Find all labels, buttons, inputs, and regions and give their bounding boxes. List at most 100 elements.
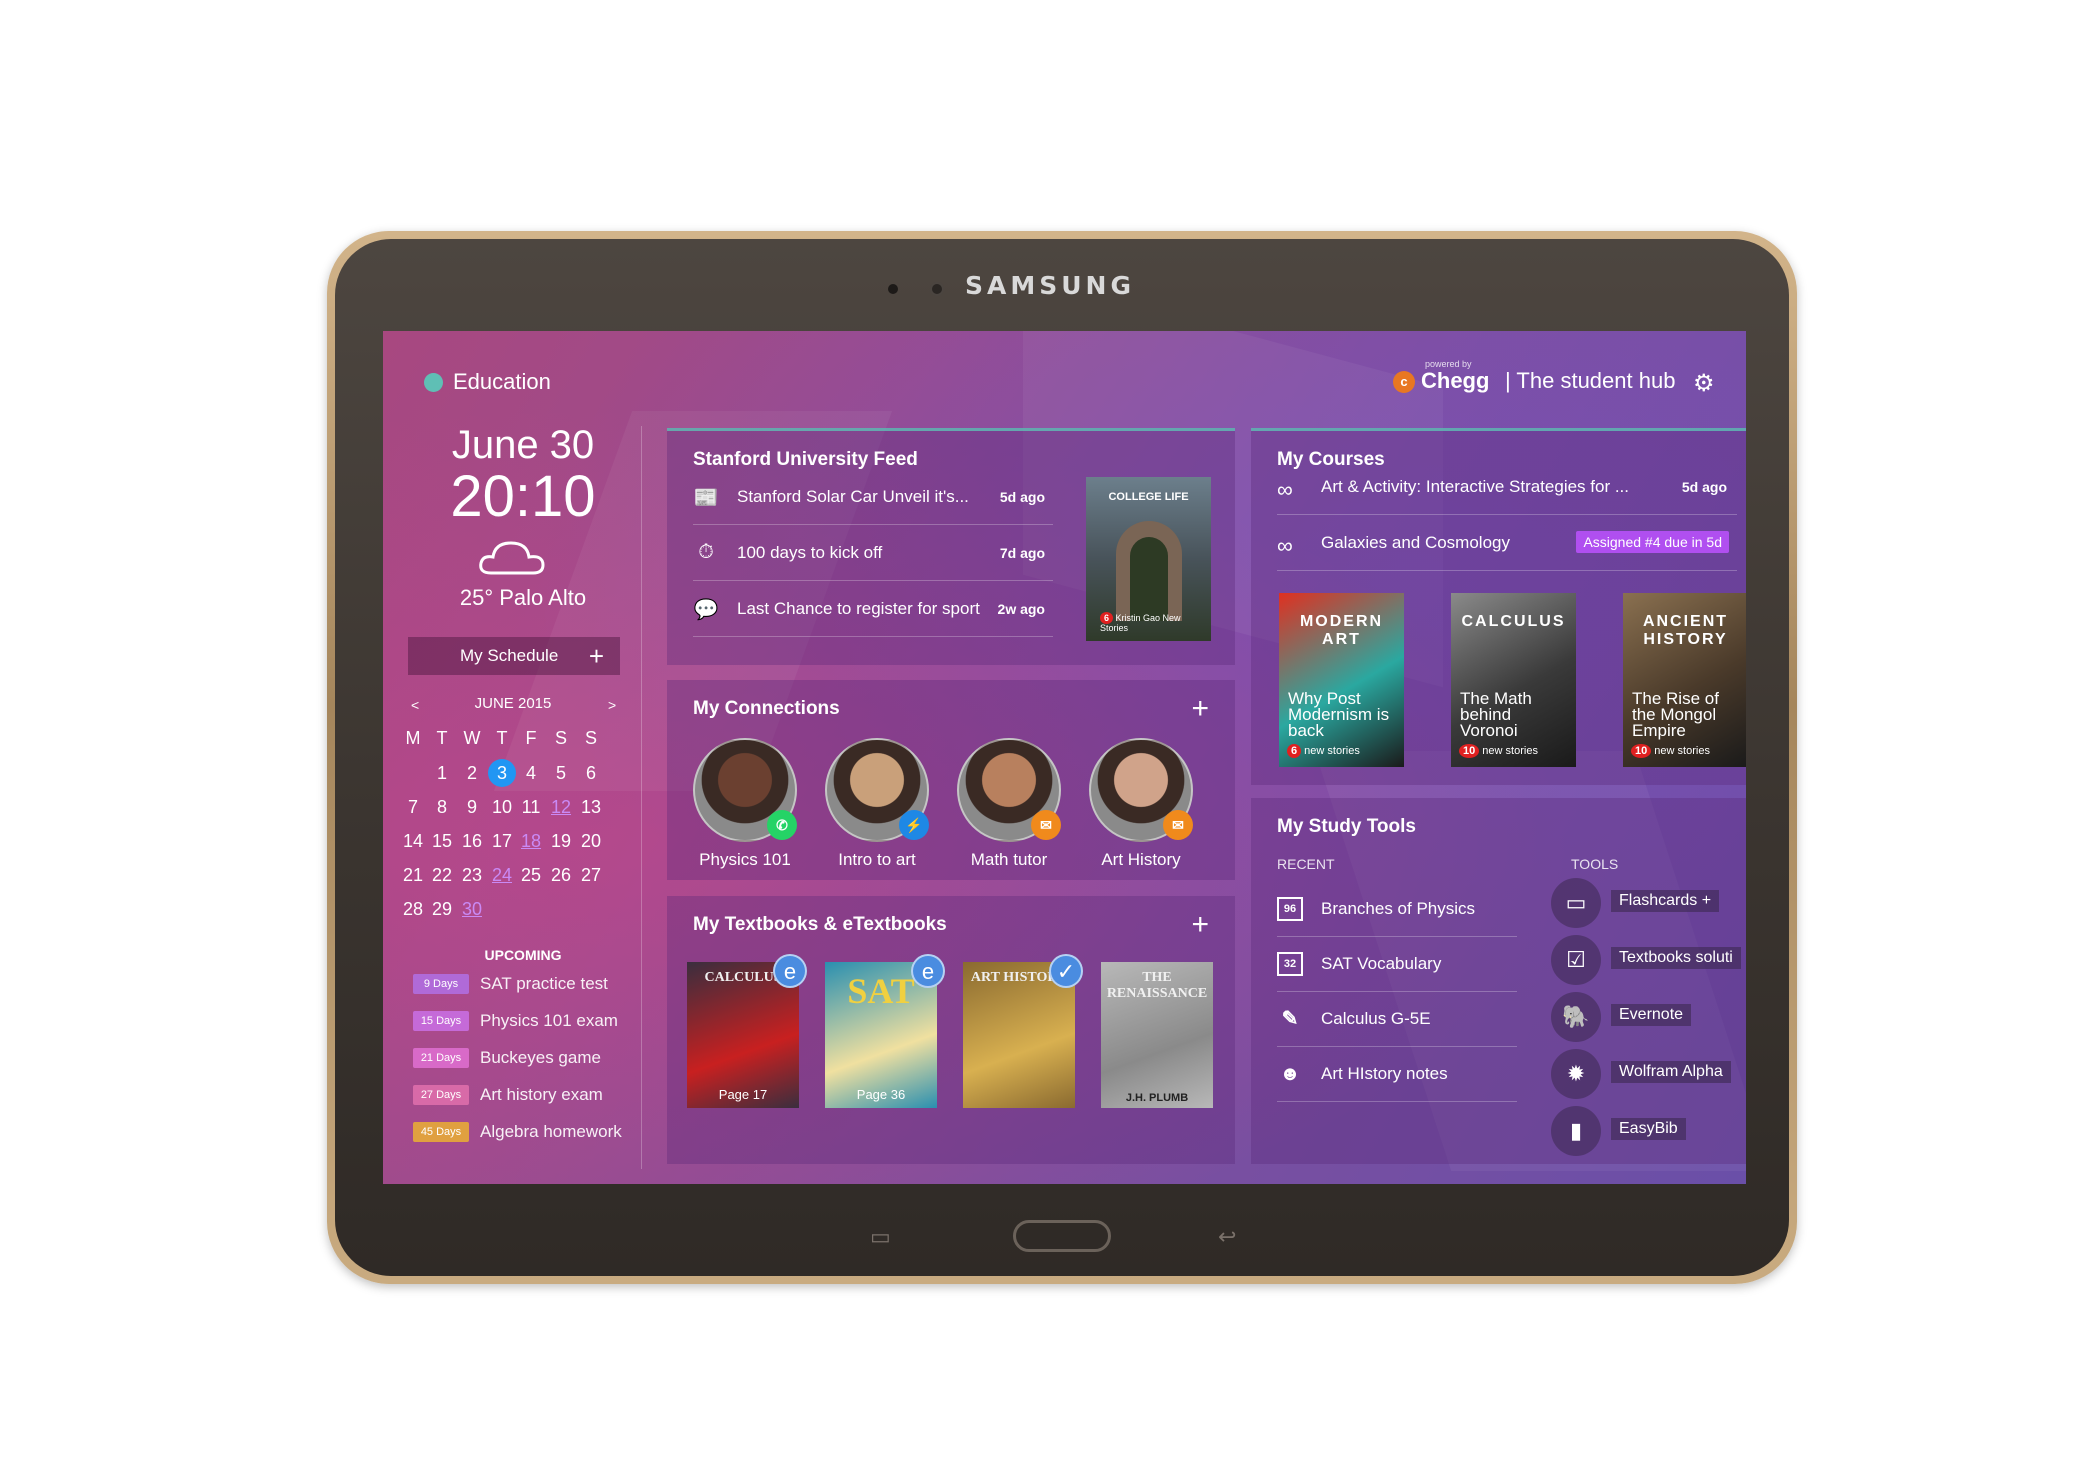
- calendar-day[interactable]: 23: [457, 861, 487, 889]
- connection-item[interactable]: ✉ Art History: [1076, 738, 1206, 870]
- recent-tool-item[interactable]: 32 SAT Vocabulary: [1277, 937, 1517, 992]
- feed-item[interactable]: 💬 Last Chance to register for sport 2w ago: [693, 585, 1053, 637]
- add-schedule-icon[interactable]: +: [589, 637, 604, 675]
- calendar-day[interactable]: 4: [516, 759, 546, 787]
- tool-item[interactable]: 🐘 Evernote: [1551, 992, 1746, 1042]
- textbook-cover[interactable]: THE RENAISSANCE J.H. PLUMB: [1101, 962, 1213, 1108]
- calendar-day[interactable]: 25: [516, 861, 546, 889]
- calendar-day[interactable]: 7: [398, 793, 428, 821]
- calendar-day[interactable]: 14: [398, 827, 428, 855]
- calendar-day[interactable]: 6: [576, 759, 606, 787]
- textbook-cover[interactable]: ART HISTORY ✓: [963, 954, 1083, 1108]
- calendar-day[interactable]: 18: [516, 827, 546, 855]
- course-book-title: CALCULUS: [1461, 613, 1566, 630]
- feed-item[interactable]: 📰 Stanford Solar Car Unveil it's... 5d ago: [693, 473, 1053, 525]
- new-stories-badge: 6 new stories: [1287, 744, 1360, 758]
- avatar: ⚡: [825, 738, 929, 842]
- tool-item[interactable]: ✹ Wolfram Alpha: [1551, 1049, 1746, 1099]
- tool-item[interactable]: ▭ Flashcards +: [1551, 878, 1746, 928]
- calendar-weekday: W: [463, 728, 481, 748]
- calendar-day[interactable]: 2: [457, 759, 487, 787]
- my-schedule-button[interactable]: My Schedule +: [408, 637, 620, 675]
- tool-item[interactable]: ▮ EasyBib: [1551, 1106, 1746, 1156]
- calendar-day[interactable]: 9: [457, 793, 487, 821]
- calendar-day[interactable]: 27: [576, 861, 606, 889]
- chegg-logo-icon: c: [1393, 371, 1415, 393]
- upcoming-label: Buckeyes game: [480, 1048, 601, 1067]
- back-key[interactable]: ↩: [1218, 1224, 1236, 1250]
- calendar-weekday: S: [554, 728, 567, 748]
- calendar-day[interactable]: 26: [546, 861, 576, 889]
- calendar-day[interactable]: 5: [546, 759, 576, 787]
- calendar-day[interactable]: 1: [427, 759, 457, 787]
- connection-name: Math tutor: [970, 850, 1048, 869]
- calendar-prev-button[interactable]: <: [411, 697, 419, 713]
- calendar-day[interactable]: 22: [427, 861, 457, 889]
- course-link-icon: ∞: [1277, 477, 1293, 502]
- calendar-day[interactable]: 17: [487, 827, 517, 855]
- connection-item[interactable]: ✉ Math tutor: [944, 738, 1074, 870]
- calendar-day[interactable]: 20: [576, 827, 606, 855]
- new-stories-count: 10: [1459, 744, 1480, 758]
- calendar-day[interactable]: 19: [546, 827, 576, 855]
- days-badge: 15 Days: [413, 1011, 469, 1031]
- course-item[interactable]: ∞ Art & Activity: Interactive Strategies …: [1277, 461, 1737, 515]
- recent-tool-item[interactable]: ✎ Calculus G-5E: [1277, 992, 1517, 1047]
- textbook-author: J.H. PLUMB: [1125, 1092, 1189, 1104]
- calendar-day[interactable]: 12: [546, 793, 576, 821]
- deck-count-icon: 96: [1277, 897, 1303, 921]
- calendar-day[interactable]: 29: [427, 895, 457, 923]
- calendar-next-button[interactable]: >: [608, 697, 616, 713]
- connection-item[interactable]: ✆ Physics 101: [680, 738, 810, 870]
- feed-item-age: 5d ago: [999, 489, 1045, 505]
- messaging-app-icon: ✉: [1031, 810, 1061, 840]
- textbooks-title: My Textbooks & eTextbooks: [693, 914, 947, 935]
- new-stories-count: 6: [1287, 744, 1302, 758]
- device-brand: SAMSUNG: [965, 271, 1135, 300]
- new-stories-badge: 10 new stories: [1631, 744, 1710, 758]
- feed-item[interactable]: ⏱ 100 days to kick off 7d ago: [693, 529, 1053, 581]
- recent-apps-key[interactable]: ▭: [870, 1224, 891, 1250]
- recent-tool-item[interactable]: ☻ Art HIstory notes: [1277, 1047, 1517, 1102]
- avatar: ✆: [693, 738, 797, 842]
- home-button[interactable]: [1013, 1220, 1111, 1252]
- feed-item-icon: ⏱: [698, 541, 714, 563]
- calendar-day[interactable]: 13: [576, 793, 606, 821]
- calendar-day[interactable]: 8: [427, 793, 457, 821]
- my-schedule-label: My Schedule: [460, 646, 559, 665]
- calendar-day[interactable]: 24: [487, 861, 517, 889]
- textbook-cover[interactable]: SAT Page 36 e: [825, 954, 945, 1108]
- calendar-day[interactable]: 28: [398, 895, 428, 923]
- recent-tool-item[interactable]: 96 Branches of Physics: [1277, 882, 1517, 937]
- tool-icon: ☑: [1551, 935, 1601, 985]
- gear-icon[interactable]: ⚙: [1693, 369, 1715, 398]
- course-book-cover[interactable]: CALCULUS The Math behind Voronoi 10 new st…: [1451, 593, 1576, 767]
- course-item[interactable]: ∞ Galaxies and Cosmology Assigned #4 due i…: [1277, 517, 1737, 571]
- clock-date: June 30: [451, 423, 595, 467]
- calendar-day[interactable]: 3: [488, 759, 516, 787]
- connection-item[interactable]: ⚡ Intro to art: [812, 738, 942, 870]
- calendar-day[interactable]: 11: [516, 793, 546, 821]
- sensor: [888, 284, 898, 294]
- new-stories-badge: 10 new stories: [1459, 744, 1538, 758]
- tool-label: Textbooks soluti: [1611, 947, 1741, 969]
- calendar-day[interactable]: 10: [487, 793, 517, 821]
- calendar-day[interactable]: 15: [427, 827, 457, 855]
- college-life-thumbnail[interactable]: COLLEGE LIFE 6 Kristin Gao New Stories: [1086, 477, 1211, 641]
- feed-item-icon: 📰: [693, 487, 719, 509]
- course-book-cover[interactable]: MODERN ART Why Post Modernism is back 6 ne…: [1279, 593, 1404, 767]
- deck-count-icon: 32: [1277, 952, 1303, 976]
- calendar-day[interactable]: 30: [457, 895, 487, 923]
- add-connection-button[interactable]: +: [1191, 692, 1209, 726]
- tool-item[interactable]: ☑ Textbooks soluti: [1551, 935, 1746, 985]
- course-book-cover[interactable]: ANCIENT HISTORY The Rise of the Mongol Em…: [1623, 593, 1746, 767]
- calendar-day[interactable]: 21: [398, 861, 428, 889]
- textbook-cover[interactable]: CALCULUS Page 17 e: [687, 954, 807, 1108]
- front-camera: [930, 282, 944, 296]
- calendar-weekday: S: [584, 728, 597, 748]
- days-badge: 27 Days: [413, 1085, 469, 1105]
- thumbnail-badge: 6 Kristin Gao New Stories: [1100, 612, 1211, 633]
- add-textbook-button[interactable]: +: [1191, 908, 1209, 942]
- tool-label: Wolfram Alpha: [1611, 1061, 1731, 1083]
- calendar-day[interactable]: 16: [457, 827, 487, 855]
